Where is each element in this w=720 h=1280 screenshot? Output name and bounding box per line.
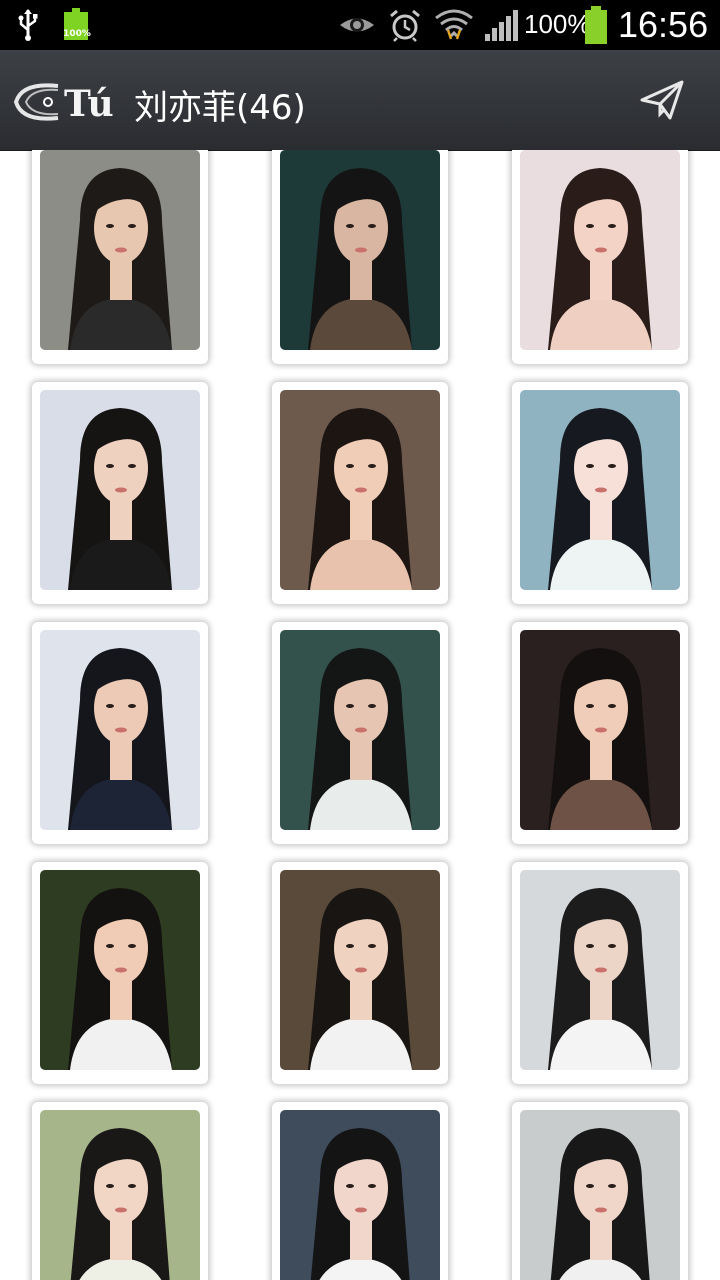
photo-thumbnail[interactable] [512,862,688,1084]
photo-thumbnail[interactable] [272,862,448,1084]
logo-text: Tú [64,83,114,125]
back-button[interactable]: Tú [13,78,126,126]
photo-thumbnail[interactable] [512,1102,688,1280]
photo-image [40,1110,200,1280]
photo-image [280,150,440,350]
photo-thumbnail[interactable] [272,1102,448,1280]
photo-image [40,390,200,590]
wifi-icon [435,9,473,40]
photo-image [520,870,680,1070]
photo-thumbnail[interactable] [32,622,208,844]
photo-thumbnail[interactable] [32,150,208,364]
page-title: 刘亦菲(46) [134,88,306,128]
photo-thumbnail[interactable] [272,382,448,604]
photo-image [520,150,680,350]
photo-thumbnail[interactable] [32,1102,208,1280]
app-logo-icon: Tú [13,83,114,125]
eye-icon [340,18,374,32]
photo-image [520,390,680,590]
photo-image [280,630,440,830]
alarm-icon [390,9,420,42]
battery-icon: 100% [62,8,91,42]
photo-image [520,1110,680,1280]
photo-grid [0,150,720,1280]
send-icon [640,80,684,120]
photo-thumbnail[interactable] [32,862,208,1084]
photo-thumbnail[interactable] [512,150,688,364]
photo-image [40,870,200,1070]
photo-thumbnail[interactable] [512,622,688,844]
action-bar: Tú 刘亦菲(46) [0,50,720,151]
signal-icon [485,10,518,41]
battery-small-label: 100% [63,29,91,39]
photo-image [40,630,200,830]
status-bar: 100% 100% 16:56 [0,0,720,50]
battery-percent: 100% [524,9,591,39]
photo-image [280,390,440,590]
photo-thumbnail[interactable] [512,382,688,604]
send-button[interactable] [636,76,688,124]
photo-thumbnail[interactable] [272,150,448,364]
photo-image [40,150,200,350]
clock: 16:56 [618,4,709,45]
photo-image [280,870,440,1070]
photo-thumbnail[interactable] [272,622,448,844]
photo-thumbnail[interactable] [32,382,208,604]
usb-icon [18,9,38,41]
photo-image [280,1110,440,1280]
photo-image [520,630,680,830]
battery-icon [583,6,609,44]
